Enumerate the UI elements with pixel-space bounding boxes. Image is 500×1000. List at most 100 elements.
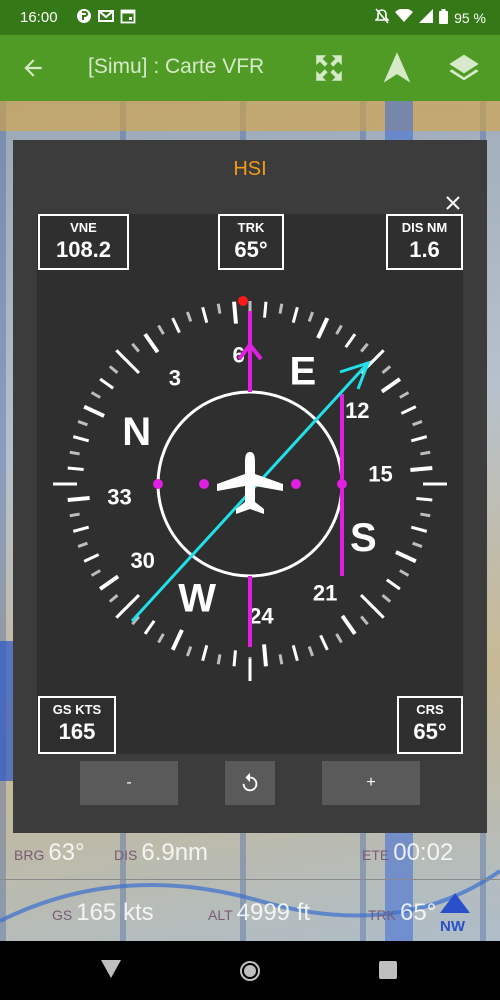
- compass-label-33: 33: [107, 484, 131, 509]
- compass-tick: [170, 629, 184, 651]
- aircraft-icon: [217, 452, 283, 514]
- crs-value: 65°: [413, 719, 447, 744]
- gs-label: GS KTS: [52, 702, 102, 717]
- compass-tick: [186, 646, 193, 657]
- compass-tick: [410, 435, 428, 443]
- app-bar: [Simu] : Carte VFR: [0, 35, 500, 101]
- navigation-button[interactable]: [380, 51, 414, 85]
- compass-tick: [72, 435, 90, 443]
- system-nav-bar: [0, 941, 500, 1000]
- nav-recents-button[interactable]: [379, 961, 397, 984]
- vne-label: VNE: [70, 220, 97, 235]
- gs-bottom-label: GS: [52, 907, 73, 923]
- battery-icon: [439, 8, 449, 27]
- alt-readout: ALT 4999 ft: [208, 899, 310, 927]
- compass-tick: [67, 466, 84, 471]
- dis-bottom-label: DIS: [114, 847, 138, 863]
- compass-tick: [278, 654, 284, 665]
- compass-label-12: 12: [345, 398, 369, 423]
- ete-readout: ETE 00:02: [362, 839, 453, 867]
- gs-box: GS KTS 165: [38, 696, 116, 754]
- app-title: [Simu] : Carte VFR: [88, 55, 265, 78]
- hsi-dialog: HSI N 3 6 E 12 15 S 21 24 W 30 33 VNE 108.2 TRK 65°…: [13, 140, 487, 833]
- compass-tick: [360, 615, 369, 626]
- compass-45-mark: [115, 349, 141, 375]
- status-time: 16:00: [20, 9, 58, 26]
- compass-tick: [399, 391, 410, 399]
- wind-compass: NW: [440, 893, 470, 935]
- compass-tick: [291, 644, 299, 662]
- decrease-label: -: [126, 774, 132, 791]
- hsi-compass: N36 E1215S2124W3033: [53, 296, 447, 681]
- compass-tick: [157, 324, 165, 335]
- compass-tick: [262, 644, 268, 667]
- compass-45-mark: [115, 593, 141, 619]
- compass-tick: [420, 512, 431, 518]
- nav-back-button[interactable]: [101, 960, 121, 983]
- trk-box: TRK 65°: [218, 214, 284, 270]
- navigation-arrow-icon: [383, 52, 411, 83]
- alt-label: ALT: [208, 907, 233, 923]
- compass-tick: [77, 541, 88, 548]
- compass-tick: [201, 306, 209, 324]
- compass-tick: [400, 405, 417, 415]
- compass-tick: [360, 342, 369, 353]
- layers-button[interactable]: [447, 51, 481, 85]
- info-divider: [0, 879, 500, 880]
- fullscreen-icon: [316, 55, 342, 81]
- compass-tick: [83, 404, 105, 418]
- crs-box: CRS 65°: [397, 696, 463, 754]
- close-icon: [446, 196, 460, 210]
- back-arrow-icon: [24, 59, 42, 77]
- compass-tick: [420, 450, 431, 456]
- gs-bottom-value: 165 kts: [76, 899, 154, 926]
- compass-tick: [385, 578, 401, 591]
- compass-tick: [77, 420, 88, 427]
- decrease-button[interactable]: -: [80, 761, 178, 805]
- compass-label-15: 15: [368, 462, 392, 487]
- mute-icon: [374, 8, 391, 27]
- crs-label: CRS: [416, 702, 444, 717]
- compass-tick: [381, 365, 392, 374]
- compass-tick: [319, 634, 329, 651]
- reset-button[interactable]: [225, 761, 275, 805]
- compass-tick: [90, 569, 101, 577]
- close-button[interactable]: [445, 195, 461, 211]
- compass-tick: [201, 644, 209, 662]
- compass-tick: [335, 324, 343, 335]
- battery-percent: 95 %: [454, 9, 486, 26]
- deviation-dot: [291, 479, 301, 489]
- wifi-icon: [395, 8, 414, 26]
- compass-tick: [344, 333, 357, 349]
- compass-tick: [381, 594, 392, 603]
- compass-tick: [232, 301, 238, 324]
- compass-tick: [67, 496, 90, 502]
- compass-tick: [232, 650, 237, 667]
- compass-tick: [69, 450, 80, 456]
- compass-tick: [316, 317, 330, 339]
- compass-45-mark: [359, 593, 385, 619]
- compass-tick: [399, 569, 410, 577]
- back-button[interactable]: [16, 51, 50, 85]
- fullscreen-button[interactable]: [312, 51, 346, 85]
- compass-tick: [108, 365, 119, 374]
- nw-label: NW: [440, 918, 465, 935]
- compass-tick: [216, 654, 222, 665]
- trk-readout: TRK 65°: [368, 899, 436, 927]
- dis-bottom-value: 6.9nm: [141, 839, 209, 866]
- ete-value: 00:02: [393, 839, 454, 866]
- nav-home-button[interactable]: [239, 960, 261, 987]
- compass-tick: [307, 646, 314, 657]
- compass-tick: [278, 303, 284, 314]
- brg-readout: BRG 63°: [14, 839, 85, 867]
- compass-tick: [98, 574, 120, 591]
- increase-button[interactable]: +: [322, 761, 420, 805]
- hsi-panel: N 3 6 E 12 15 S 21 24 W 30 33 VNE 108.2 TRK 65° DIS…: [37, 214, 463, 754]
- square-recents-icon: [379, 961, 397, 979]
- compass-tick: [69, 512, 80, 518]
- compass-tick: [143, 619, 156, 635]
- compass-label-W: W: [178, 576, 216, 620]
- compass-tick: [186, 311, 193, 322]
- flight-info-overlay: BRG 63° DIS 6.9nm ETE 00:02 GS 165 kts A…: [0, 833, 500, 941]
- compass-tick: [340, 614, 357, 636]
